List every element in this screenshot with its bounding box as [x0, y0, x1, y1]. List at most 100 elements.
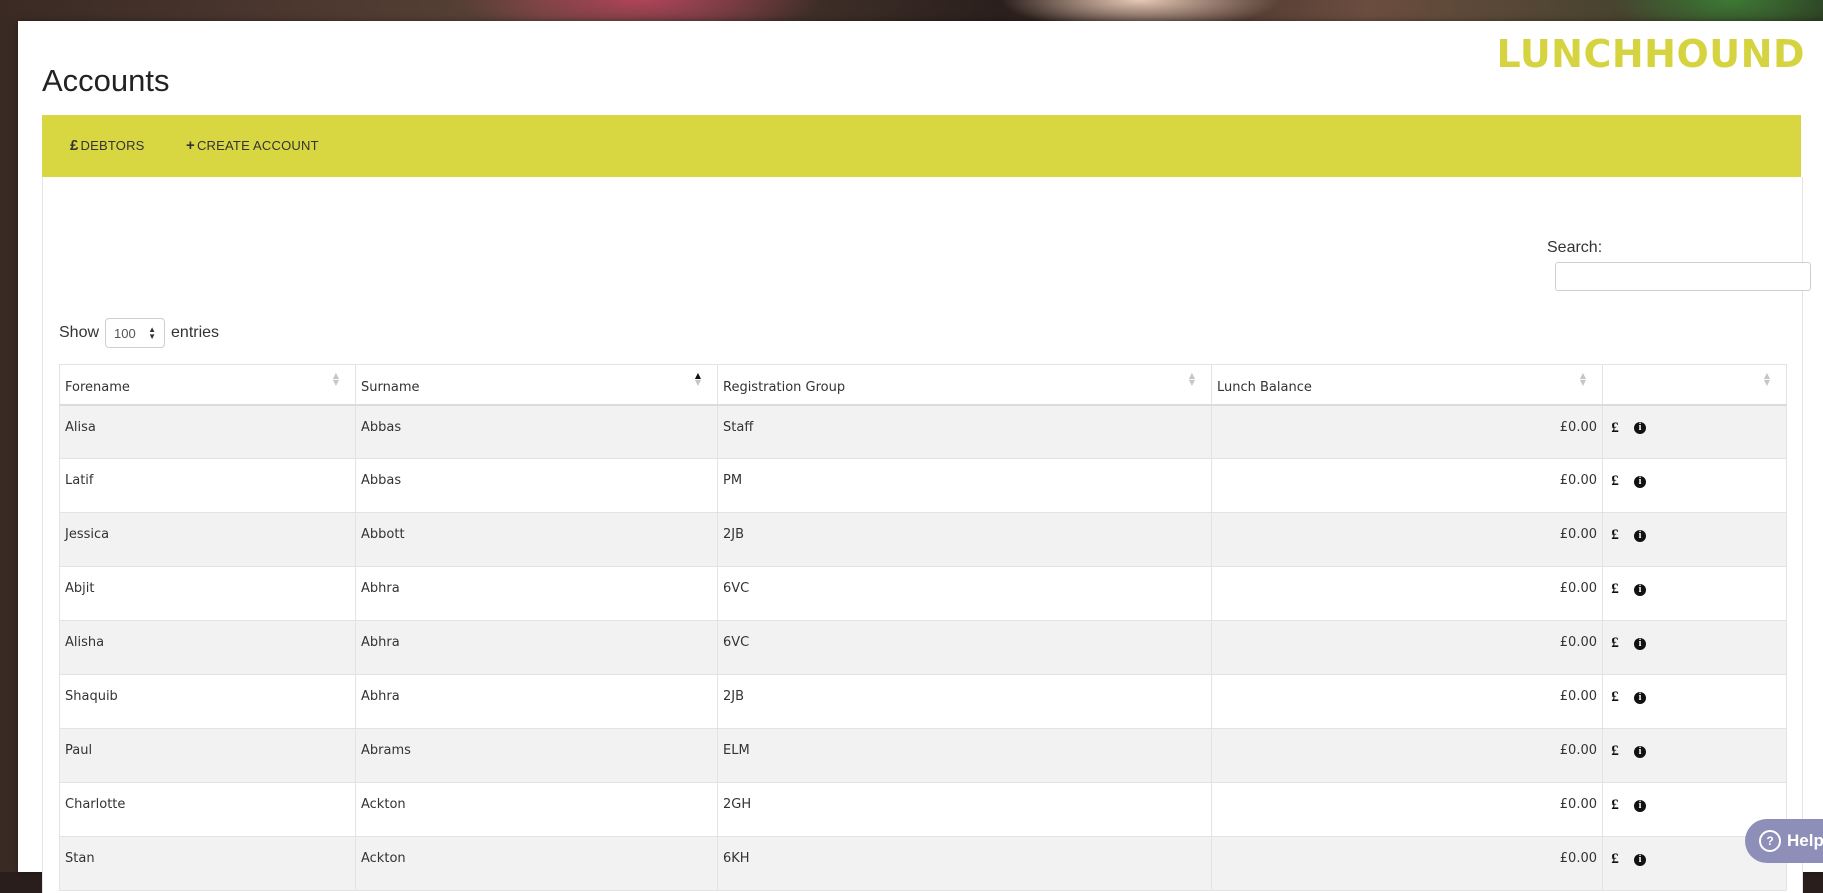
sort-icon: ▲ ▼: [332, 371, 339, 387]
cell-surname: Abhra: [355, 674, 718, 729]
cell-surname: Ackton: [355, 836, 718, 891]
table-row[interactable]: Paul Abrams ELM £0.00 £ i: [59, 728, 1787, 783]
table-row[interactable]: Charlotte Ackton 2GH £0.00 £ i: [59, 782, 1787, 837]
cell-forename: Shaquib: [59, 674, 356, 729]
cell-registration-group: 6VC: [717, 566, 1212, 621]
cell-forename: Paul: [59, 728, 356, 783]
debtors-label: DEBTORS: [80, 138, 145, 153]
info-icon[interactable]: i: [1634, 422, 1646, 434]
cell-actions: £ i: [1602, 728, 1787, 783]
cell-lunch-balance: £0.00: [1211, 404, 1603, 459]
cell-surname: Abbas: [355, 404, 718, 459]
cell-surname: Abhra: [355, 566, 718, 621]
main-panel: LUNCHHOUND Accounts £ DEBTORS + CREATE ACC…: [18, 21, 1823, 893]
cell-registration-group: 2JB: [717, 674, 1212, 729]
pound-icon[interactable]: £: [1608, 420, 1622, 437]
pound-icon[interactable]: £: [1608, 851, 1622, 868]
column-header-label: Forename: [65, 379, 130, 395]
cell-actions: £ i: [1602, 674, 1787, 729]
info-icon[interactable]: i: [1634, 583, 1646, 596]
help-label: Help: [1787, 831, 1823, 850]
column-header-label: Registration Group: [723, 379, 846, 395]
info-icon[interactable]: i: [1634, 853, 1646, 866]
table-row[interactable]: Stan Ackton 6KH £0.00 £ i: [59, 836, 1787, 891]
table-row[interactable]: Shaquib Abhra 2JB £0.00 £ i: [59, 674, 1787, 729]
cell-forename: Stan: [59, 836, 356, 891]
cell-surname: Ackton: [355, 782, 718, 837]
entries-select-value: 100: [114, 325, 136, 341]
column-header-registration-group[interactable]: Registration Group ▲ ▼: [717, 364, 1212, 406]
debtors-button[interactable]: £ DEBTORS: [70, 115, 145, 177]
create-account-button[interactable]: + CREATE ACCOUNT: [186, 115, 319, 177]
pound-icon[interactable]: £: [1608, 581, 1622, 598]
entries-select[interactable]: 100 ▲ ▼: [105, 318, 166, 348]
cell-lunch-balance: £0.00: [1211, 512, 1603, 567]
cell-forename: Abjit: [59, 566, 356, 621]
cell-forename: Latif: [59, 458, 356, 513]
table-row[interactable]: Alisha Abhra 6VC £0.00 £ i: [59, 620, 1787, 675]
cell-lunch-balance: £0.00: [1211, 728, 1603, 783]
search-label: Search:: [1547, 239, 1603, 256]
table-row[interactable]: Latif Abbas PM £0.00 £ i: [59, 458, 1787, 513]
cell-actions: £ i: [1602, 404, 1787, 459]
info-icon[interactable]: i: [1634, 691, 1646, 704]
info-icon[interactable]: i: [1634, 799, 1646, 812]
cell-registration-group: 6VC: [717, 620, 1212, 675]
cell-lunch-balance: £0.00: [1211, 458, 1603, 513]
column-header-label: Lunch Balance: [1217, 379, 1312, 395]
show-label: Show: [59, 324, 100, 341]
pound-icon: £: [70, 137, 79, 154]
column-header-actions[interactable]: ▲ ▼: [1602, 364, 1787, 406]
table-row[interactable]: Alisa Abbas Staff £0.00 £ i: [59, 404, 1787, 459]
pound-icon[interactable]: £: [1608, 473, 1622, 490]
sort-icon: ▲ ▼: [1579, 371, 1586, 387]
cell-forename: Alisha: [59, 620, 356, 675]
table-header-row: Forename ▲ ▼ Surname ▲ ▼ Registration Grou…: [59, 364, 1787, 406]
cell-forename: Alisa: [59, 404, 356, 459]
help-button[interactable]: ? Help: [1745, 819, 1823, 863]
column-header-surname[interactable]: Surname ▲ ▼: [355, 364, 718, 406]
toolbar: £ DEBTORS + CREATE ACCOUNT: [42, 115, 1801, 178]
cell-surname: Abhra: [355, 620, 718, 675]
entries-length-control: Show 100 ▲ ▼ entries: [59, 318, 219, 348]
entries-label: entries: [171, 324, 220, 341]
cell-forename: Charlotte: [59, 782, 356, 837]
info-icon[interactable]: i: [1634, 475, 1646, 488]
select-arrows-icon: ▲ ▼: [148, 325, 157, 341]
page-title: Accounts: [42, 63, 170, 98]
cell-registration-group: 6KH: [717, 836, 1212, 891]
cell-lunch-balance: £0.00: [1211, 782, 1603, 837]
info-icon[interactable]: i: [1634, 529, 1646, 542]
accounts-card: Search: Show 100 ▲ ▼ entries Forename ▲ …: [42, 177, 1811, 893]
cell-lunch-balance: £0.00: [1211, 674, 1603, 729]
cell-lunch-balance: £0.00: [1211, 620, 1603, 675]
sort-icon: ▲ ▼: [1763, 371, 1770, 387]
cell-actions: £ i: [1602, 566, 1787, 621]
cell-surname: Abbas: [355, 458, 718, 513]
pound-icon[interactable]: £: [1608, 527, 1622, 544]
cell-lunch-balance: £0.00: [1211, 836, 1603, 891]
search-input[interactable]: [1555, 262, 1811, 291]
cell-forename: Jessica: [59, 512, 356, 567]
cell-actions: £ i: [1602, 458, 1787, 513]
accounts-table: Forename ▲ ▼ Surname ▲ ▼ Registration Grou…: [59, 364, 1787, 891]
cell-registration-group: ELM: [717, 728, 1212, 783]
create-account-label: CREATE ACCOUNT: [196, 138, 319, 153]
pound-icon[interactable]: £: [1608, 689, 1622, 706]
pound-icon[interactable]: £: [1608, 797, 1622, 814]
column-header-lunch-balance[interactable]: Lunch Balance ▲ ▼: [1211, 364, 1603, 406]
cell-actions: £ i: [1602, 620, 1787, 675]
cell-registration-group: PM: [717, 458, 1212, 513]
pound-icon[interactable]: £: [1608, 743, 1622, 760]
pound-icon[interactable]: £: [1608, 635, 1622, 652]
lunchhound-logo[interactable]: LUNCHHOUND: [1496, 35, 1805, 73]
table-row[interactable]: Abjit Abhra 6VC £0.00 £ i: [59, 566, 1787, 621]
sort-ascending-icon: ▲ ▼: [694, 371, 701, 387]
info-icon[interactable]: i: [1634, 637, 1646, 650]
question-icon: ?: [1759, 830, 1781, 852]
column-header-forename[interactable]: Forename ▲ ▼: [59, 364, 356, 406]
info-icon[interactable]: i: [1634, 745, 1646, 758]
table-row[interactable]: Jessica Abbott 2JB £0.00 £ i: [59, 512, 1787, 567]
column-header-label: Surname: [361, 379, 420, 395]
cell-registration-group: Staff: [717, 404, 1212, 459]
